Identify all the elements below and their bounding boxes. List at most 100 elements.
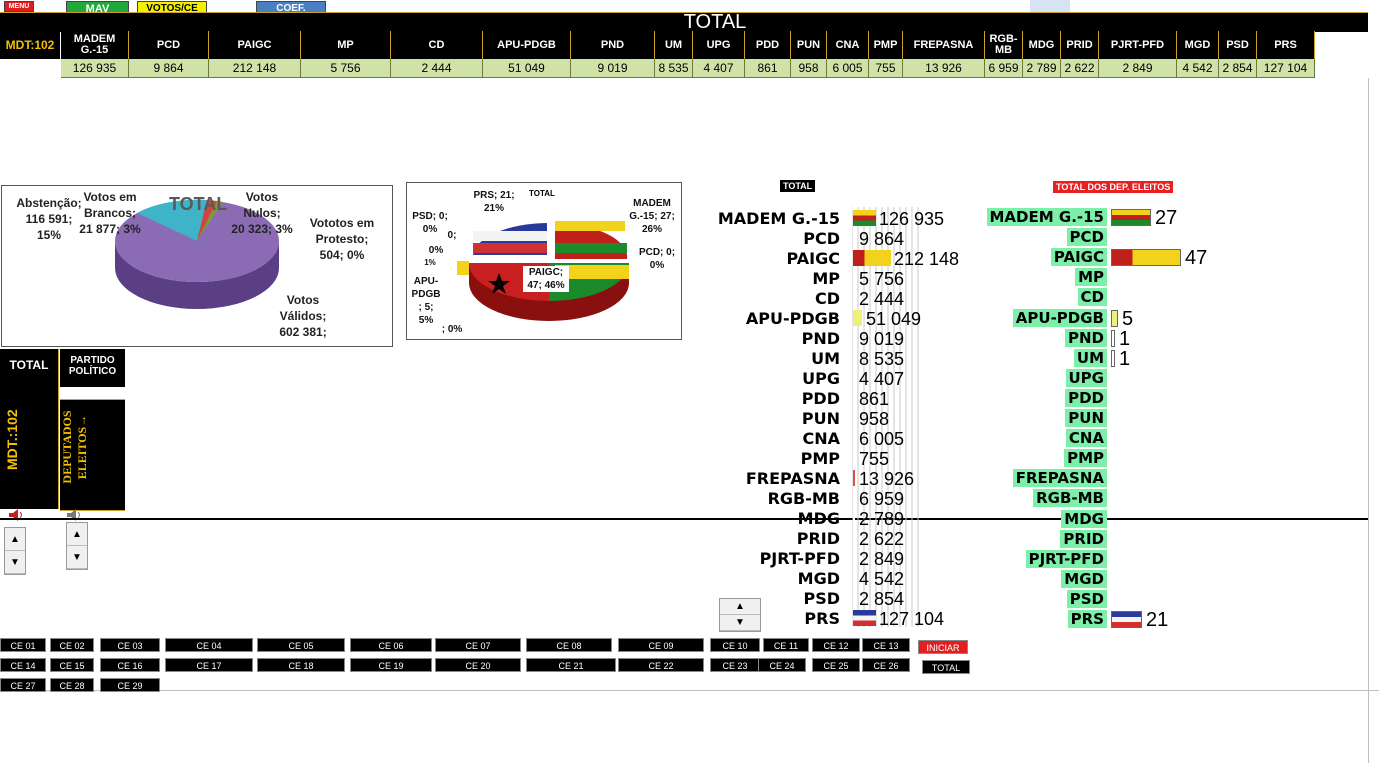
votes-chart-bar	[853, 310, 862, 326]
ce-button[interactable]: CE 15	[50, 658, 94, 672]
seats-chart-bar	[1111, 349, 1115, 367]
pie2-label-zero3: ; 0%	[441, 324, 463, 335]
ce-button[interactable]: CE 14	[0, 658, 46, 672]
votes-chart-bar	[853, 330, 855, 346]
votes-chart-value: 212 148	[894, 249, 960, 269]
seats-chart-party-label: MGD	[1061, 569, 1107, 588]
total-button[interactable]: TOTAL	[922, 660, 970, 674]
ce-button[interactable]: CE 02	[50, 638, 94, 652]
party-header-6: PND	[571, 31, 655, 59]
party-header-10: PUN	[791, 31, 827, 59]
ce-button[interactable]: CE 20	[435, 658, 521, 672]
ce-button[interactable]: CE 28	[50, 678, 94, 692]
seats-chart-value: 47	[1185, 247, 1208, 270]
ce-button[interactable]: CE 24	[758, 658, 806, 672]
ce-button[interactable]: CE 18	[257, 658, 345, 672]
ce-button[interactable]: CE 04	[165, 638, 253, 652]
votes-chart-party-label: PND	[801, 329, 840, 348]
ce-button[interactable]: CE 22	[618, 658, 704, 672]
ce-button[interactable]: CE 16	[100, 658, 160, 672]
ce-button[interactable]: CE 09	[618, 638, 704, 652]
spinner-right[interactable]: ▲ ▼	[66, 522, 88, 570]
party-header-20: PRS	[1257, 31, 1315, 59]
ce-button[interactable]: CE 08	[526, 638, 612, 652]
votes-chart-party-label: PSD	[803, 589, 840, 608]
votes-chart-value: 9 864	[859, 229, 905, 249]
iniciar-button[interactable]: INICIAR	[918, 640, 968, 654]
ce-button[interactable]: CE 29	[100, 678, 160, 692]
ce-button[interactable]: CE 05	[257, 638, 345, 652]
party-votes-11: 6 005	[827, 59, 869, 78]
votes-chart-party-label: PRID	[796, 529, 840, 548]
menu-button[interactable]: MENU	[4, 1, 34, 12]
party-header-15: MDG	[1023, 31, 1061, 59]
votes-chart-party-label: FREPASNA	[745, 469, 840, 488]
party-header-18: MGD	[1177, 31, 1219, 59]
seats-chart-party-label: MADEM G.-15	[986, 208, 1107, 226]
votes-chart-bar	[853, 550, 855, 566]
deputados-label: DEPUTADOS ELEITOS→	[60, 410, 89, 484]
ce-button[interactable]: CE 13	[862, 638, 910, 652]
party-header-3: MP	[301, 31, 391, 59]
votes-chart-party-label: CNA	[802, 429, 840, 448]
arrow-up-icon[interactable]: ▲	[67, 523, 87, 546]
party-header-0: MADEM G.-15	[61, 31, 129, 59]
votes-chart-value: 2 849	[859, 549, 905, 569]
ce-button[interactable]: CE 01	[0, 638, 46, 652]
ce-button[interactable]: CE 19	[350, 658, 432, 672]
seats-chart-party-label: PMP	[1064, 449, 1107, 468]
votes-chart-party-label: UM	[811, 349, 840, 368]
party-header-8: UPG	[693, 31, 745, 59]
ce-button[interactable]: CE 03	[100, 638, 160, 652]
ce-button[interactable]: CE 17	[165, 658, 253, 672]
party-header-17: PJRT-PFD	[1099, 31, 1177, 59]
ce-button[interactable]: CE 07	[435, 638, 521, 652]
seats-chart-party-label: PRS	[1067, 610, 1107, 628]
party-votes-13: 13 926	[903, 59, 985, 78]
ce-button[interactable]: CE 27	[0, 678, 46, 692]
party-votes-19: 2 854	[1219, 59, 1257, 78]
votes-chart-party-label: PCD	[803, 229, 840, 248]
party-votes-2: 212 148	[209, 59, 301, 78]
ce-button[interactable]: CE 26	[862, 658, 910, 672]
seats-chart-bar	[1111, 209, 1151, 226]
arrow-down-icon[interactable]: ▼	[67, 546, 87, 569]
seats-chart-party-label: CD	[1077, 288, 1107, 307]
votes-chart-value: 126 935	[879, 209, 945, 229]
seats-chart-badge: TOTAL DOS DEP. ELEITOS	[1053, 181, 1174, 193]
party-votes-9: 861	[745, 59, 791, 78]
votes-chart-bar	[853, 250, 891, 266]
ce-button[interactable]: CE 23	[710, 658, 760, 672]
ce-button[interactable]: CE 11	[763, 638, 809, 652]
seats-chart-bar	[1111, 611, 1142, 628]
arrow-up-icon[interactable]: ▲	[5, 528, 25, 551]
votes-chart-badge: TOTAL	[780, 180, 816, 192]
pie2-prs-white	[473, 231, 547, 241]
seats-chart-value: 5	[1122, 307, 1134, 330]
seats-chart-party-label: APU-PDGB	[1012, 308, 1107, 327]
arrow-down-icon[interactable]: ▼	[5, 551, 25, 574]
party-votes-18: 4 542	[1177, 59, 1219, 78]
ce-button[interactable]: CE 12	[812, 638, 860, 652]
ce-button[interactable]: CE 06	[350, 638, 432, 652]
seats-chart-party-label: UPG	[1065, 368, 1107, 387]
spinner-left[interactable]: ▲ ▼	[4, 527, 26, 575]
party-votes-12: 755	[869, 59, 903, 78]
party-votes-7: 8 535	[655, 59, 693, 78]
seats-chart-bar	[1111, 249, 1181, 267]
seats-chart-party-label: PAIGC	[1050, 248, 1107, 267]
votes-chart-bar	[853, 430, 855, 446]
seats-chart-party-label: CNA	[1065, 429, 1107, 448]
pie-chart-total-votes: TOTAL Abstenção; 116 591; 15% Votos em B…	[1, 185, 393, 347]
ce-button[interactable]: CE 10	[710, 638, 760, 652]
votes-chart-bar	[853, 570, 855, 586]
seats-chart-value: 1	[1119, 347, 1131, 370]
party-header-9: PDD	[745, 31, 791, 59]
party-votes-3: 5 756	[301, 59, 391, 78]
votes-chart-bar	[853, 410, 855, 426]
pie1-label-nulos: Votos Nulos; 20 323; 3%	[231, 190, 293, 236]
ce-button[interactable]: CE 21	[526, 658, 616, 672]
ce-button[interactable]: CE 25	[812, 658, 860, 672]
votes-chart-party-label: PDD	[801, 389, 840, 408]
party-votes-20: 127 104	[1257, 59, 1315, 78]
